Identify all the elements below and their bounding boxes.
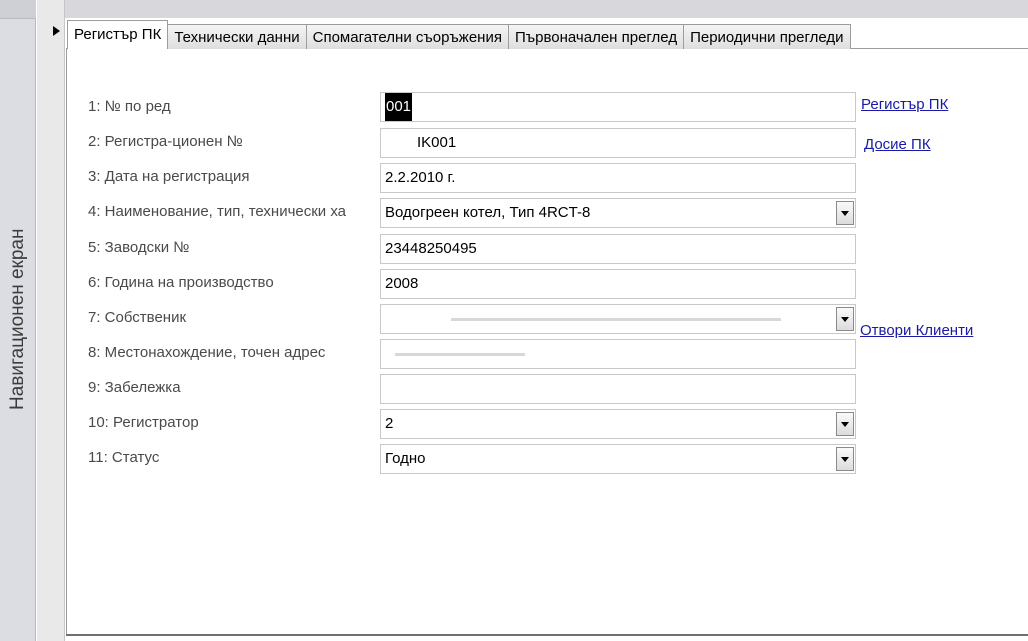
registry-link[interactable]: Регистър ПК <box>861 96 948 113</box>
owner-redacted <box>451 318 781 321</box>
label-order-number: 1: № по ред <box>88 98 171 115</box>
registrar-combo[interactable]: 2 <box>380 409 856 439</box>
registrar-dropdown-icon[interactable] <box>836 412 854 436</box>
tab-registry[interactable]: Регистър ПК <box>67 20 169 49</box>
registration-date-field[interactable]: 2.2.2010 г. <box>380 163 856 193</box>
top-band <box>37 0 1028 18</box>
label-name-type: 4: Наименование, тип, технически ха <box>88 203 347 220</box>
order-number-field[interactable]: 001 <box>380 92 856 122</box>
open-clients-link[interactable]: Отвори Клиенти <box>860 322 973 339</box>
label-registrar: 10: Регистратор <box>88 414 199 431</box>
production-year-field[interactable]: 2008 <box>380 269 856 299</box>
name-type-combo[interactable]: Водогреен котел, Тип 4RCT-8 <box>380 198 856 228</box>
owner-combo[interactable] <box>380 304 856 334</box>
label-production-year: 6: Година на производство <box>88 274 274 291</box>
order-number-value: 001 <box>385 93 413 121</box>
bottom-border <box>66 634 1028 636</box>
registration-number-field[interactable]: IK001 <box>380 128 856 158</box>
nav-pane-label[interactable]: Навигационен екран <box>7 213 28 425</box>
owner-dropdown-icon[interactable] <box>836 307 854 331</box>
status-dropdown-icon[interactable] <box>836 447 854 471</box>
location-redacted <box>395 353 525 356</box>
name-type-value: Водогреен котел, Тип 4RCT-8 <box>385 204 591 221</box>
status-value: Годно <box>385 450 426 467</box>
registration-number-value: IK001 <box>417 134 457 151</box>
serial-number-value: 23448250495 <box>385 240 477 257</box>
tab-strip: Регистър ПК Технически данни Спомагателн… <box>67 20 851 49</box>
label-owner: 7: Собственик <box>88 309 187 326</box>
location-address-field[interactable] <box>380 339 856 369</box>
name-type-dropdown-icon[interactable] <box>836 201 854 225</box>
label-status: 11: Статус <box>88 449 160 466</box>
label-registration-date: 3: Дата на регистрация <box>88 168 250 185</box>
label-note: 9: Забележка <box>88 379 181 396</box>
note-field[interactable] <box>380 374 856 404</box>
current-record-arrow-icon <box>53 26 60 36</box>
tab-periodic-inspections[interactable]: Периодични прегледи <box>683 24 851 49</box>
label-registration-number: 2: Регистра-ционен № <box>88 133 243 150</box>
status-combo[interactable]: Годно <box>380 444 856 474</box>
registrar-value: 2 <box>385 415 394 432</box>
record-selector[interactable] <box>37 0 65 641</box>
tab-auxiliary-equipment[interactable]: Спомагателни съоръжения <box>305 24 509 49</box>
label-serial-number: 5: Заводски № <box>88 239 190 256</box>
tab-technical-data[interactable]: Технически данни <box>167 24 307 49</box>
nav-pane-shutter[interactable] <box>0 0 36 19</box>
registration-date-value: 2.2.2010 г. <box>385 169 456 186</box>
production-year-value: 2008 <box>385 275 419 292</box>
serial-number-field[interactable]: 23448250495 <box>380 234 856 264</box>
navigation-pane[interactable]: Навигационен екран <box>0 0 36 641</box>
label-location-address: 8: Местонахождение, точен адрес <box>88 344 326 361</box>
dossier-link[interactable]: Досие ПК <box>864 136 931 153</box>
tab-initial-inspection[interactable]: Първоначален преглед <box>507 24 685 49</box>
